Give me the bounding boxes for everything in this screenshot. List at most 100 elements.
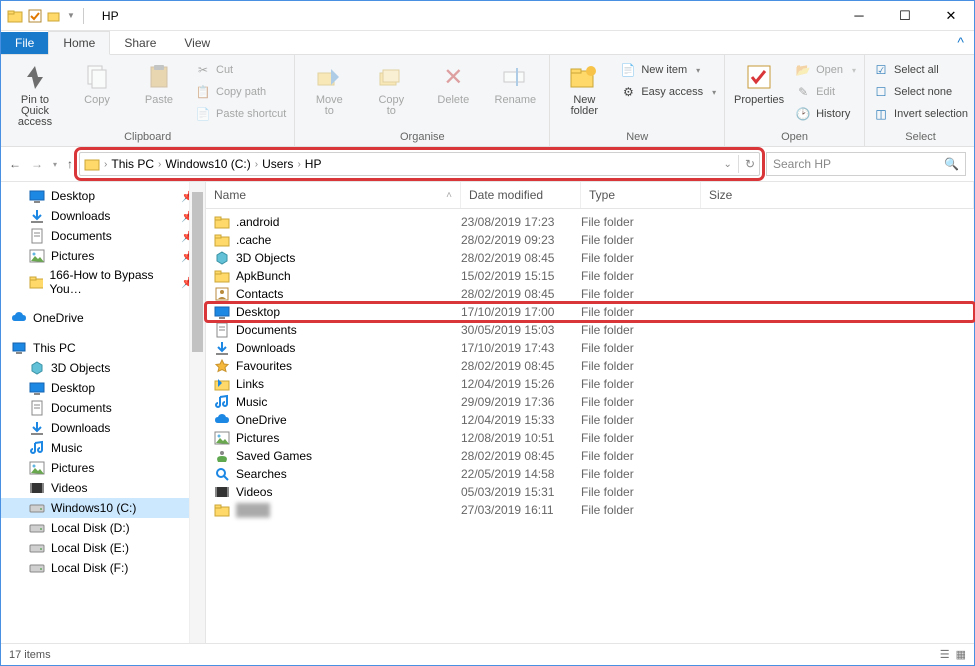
new-item-button[interactable]: 📄New item▾ (618, 61, 718, 79)
breadcrumb-segment[interactable]: Users (262, 157, 293, 171)
table-row[interactable]: Desktop17/10/2019 17:00File folder (206, 303, 974, 321)
up-button[interactable]: ↑ (67, 157, 73, 171)
tree-item[interactable]: Local Disk (E:) (1, 538, 205, 558)
icons-view-button[interactable]: ▦ (956, 648, 966, 661)
paste-shortcut-icon: 📄 (195, 106, 211, 122)
tree-item[interactable]: Local Disk (F:) (1, 558, 205, 578)
refresh-button[interactable]: ↻ (745, 157, 755, 171)
move-to-button[interactable]: Move to (301, 57, 357, 117)
group-clipboard-label: Clipboard (7, 129, 288, 146)
explorer-window: ▼ HP ─ ☐ ✕ File Home Share View ^ Pin to… (0, 0, 975, 666)
search-icon: 🔍 (944, 157, 959, 171)
tab-view[interactable]: View (170, 32, 224, 54)
tree-item-onedrive[interactable]: OneDrive (1, 308, 205, 328)
breadcrumb-segment[interactable]: This PC (111, 157, 154, 171)
tree-item[interactable]: 166-How to Bypass You…📌 (1, 266, 205, 298)
table-row[interactable]: Links12/04/2019 15:26File folder (206, 375, 974, 393)
new-item-icon: 📄 (620, 62, 636, 78)
properties-button[interactable]: Properties (731, 57, 787, 106)
qat-properties-icon[interactable] (27, 8, 43, 24)
copy-path-icon: 📋 (195, 84, 211, 100)
table-row[interactable]: Pictures12/08/2019 10:51File folder (206, 429, 974, 447)
select-none-button[interactable]: ☐Select none (871, 83, 970, 101)
recent-locations-button[interactable]: ▾ (53, 160, 57, 169)
video-icon (214, 484, 230, 500)
edit-button[interactable]: ✎Edit (793, 83, 858, 101)
maximize-button[interactable]: ☐ (882, 1, 928, 31)
table-row[interactable]: Favourites28/02/2019 08:45File folder (206, 357, 974, 375)
cut-button[interactable]: ✂Cut (193, 61, 288, 79)
nav-scrollbar[interactable] (189, 182, 205, 643)
tree-item[interactable]: Documents📌 (1, 226, 205, 246)
column-date[interactable]: Date modified (461, 182, 581, 208)
table-row[interactable]: Videos05/03/2019 15:31File folder (206, 483, 974, 501)
tree-item[interactable]: Pictures📌 (1, 246, 205, 266)
address-bar[interactable]: › This PC› Windows10 (C:)› Users› HP ⌄↻ (79, 152, 760, 176)
rename-button[interactable]: Rename (487, 57, 543, 106)
table-row[interactable]: .android23/08/2019 17:23File folder (206, 213, 974, 231)
qat-dropdown[interactable]: ▼ (67, 11, 75, 20)
minimize-button[interactable]: ─ (836, 1, 882, 31)
pin-quick-access-button[interactable]: Pin to Quick access (7, 57, 63, 128)
table-row[interactable]: ApkBunch15/02/2019 15:15File folder (206, 267, 974, 285)
tree-item[interactable]: Desktop (1, 378, 205, 398)
breadcrumb-segment[interactable]: Windows10 (C:) (165, 157, 250, 171)
easy-access-button[interactable]: ⚙Easy access▾ (618, 83, 718, 101)
table-row[interactable]: .cache28/02/2019 09:23File folder (206, 231, 974, 249)
tab-home[interactable]: Home (48, 31, 110, 55)
tab-share[interactable]: Share (110, 32, 170, 54)
table-row[interactable]: 3D Objects28/02/2019 08:45File folder (206, 249, 974, 267)
tree-item[interactable]: Documents (1, 398, 205, 418)
table-row[interactable]: ████27/03/2019 16:11File folder (206, 501, 974, 519)
table-row[interactable]: Searches22/05/2019 14:58File folder (206, 465, 974, 483)
table-row[interactable]: Saved Games28/02/2019 08:45File folder (206, 447, 974, 465)
navigation-pane[interactable]: Desktop📌Downloads📌Documents📌Pictures📌166… (1, 182, 206, 643)
column-type[interactable]: Type (581, 182, 701, 208)
collapse-ribbon-button[interactable]: ^ (947, 30, 974, 54)
paste-button[interactable]: Paste (131, 57, 187, 106)
copy-path-button[interactable]: 📋Copy path (193, 83, 288, 101)
column-name[interactable]: Name (214, 188, 246, 202)
forward-button[interactable]: → (31, 157, 43, 171)
tree-item[interactable]: Windows10 (C:) (1, 498, 205, 518)
details-view-button[interactable]: ☰ (940, 648, 950, 661)
new-folder-button[interactable]: New folder (556, 57, 612, 117)
tree-item[interactable]: Downloads (1, 418, 205, 438)
copy-button[interactable]: Copy (69, 57, 125, 106)
tree-item-thispc[interactable]: This PC (1, 338, 205, 358)
paste-shortcut-button[interactable]: 📄Paste shortcut (193, 105, 288, 123)
select-all-button[interactable]: ☑Select all (871, 61, 970, 79)
table-row[interactable]: Contacts28/02/2019 08:45File folder (206, 285, 974, 303)
table-row[interactable]: Documents30/05/2019 15:03File folder (206, 321, 974, 339)
table-row[interactable]: Downloads17/10/2019 17:43File folder (206, 339, 974, 357)
search-input[interactable]: Search HP🔍 (766, 152, 966, 176)
tree-item[interactable]: Local Disk (D:) (1, 518, 205, 538)
tree-item[interactable]: Downloads📌 (1, 206, 205, 226)
close-button[interactable]: ✕ (928, 1, 974, 31)
invert-selection-button[interactable]: ◫Invert selection (871, 105, 970, 123)
cut-icon: ✂ (195, 62, 211, 78)
ribbon: Pin to Quick access Copy Paste ✂Cut 📋Cop… (1, 55, 974, 147)
table-row[interactable]: OneDrive12/04/2019 15:33File folder (206, 411, 974, 429)
address-dropdown[interactable]: ⌄ (724, 159, 732, 170)
back-button[interactable]: ← (9, 157, 21, 171)
tree-item[interactable]: 3D Objects (1, 358, 205, 378)
table-row[interactable]: Music29/09/2019 17:36File folder (206, 393, 974, 411)
delete-button[interactable]: ✕ Delete (425, 57, 481, 106)
tree-item[interactable]: Pictures (1, 458, 205, 478)
ribbon-tabs: File Home Share View ^ (1, 31, 974, 55)
history-button[interactable]: 🕑History (793, 105, 858, 123)
file-list-pane[interactable]: Name˄ Date modified Type Size .android23… (206, 182, 974, 643)
breadcrumb-segment[interactable]: HP (305, 157, 322, 171)
qat-newfolder-icon[interactable] (47, 8, 63, 24)
open-button[interactable]: 📂Open▾ (793, 61, 858, 79)
column-size[interactable]: Size (701, 182, 974, 208)
group-select-label: Select (871, 129, 970, 146)
tree-item[interactable]: Music (1, 438, 205, 458)
tree-item[interactable]: Desktop📌 (1, 186, 205, 206)
tree-item[interactable]: Videos (1, 478, 205, 498)
copy-to-button[interactable]: Copy to (363, 57, 419, 117)
search-icon (214, 466, 230, 482)
tab-file[interactable]: File (1, 32, 48, 54)
column-headers[interactable]: Name˄ Date modified Type Size (206, 182, 974, 209)
